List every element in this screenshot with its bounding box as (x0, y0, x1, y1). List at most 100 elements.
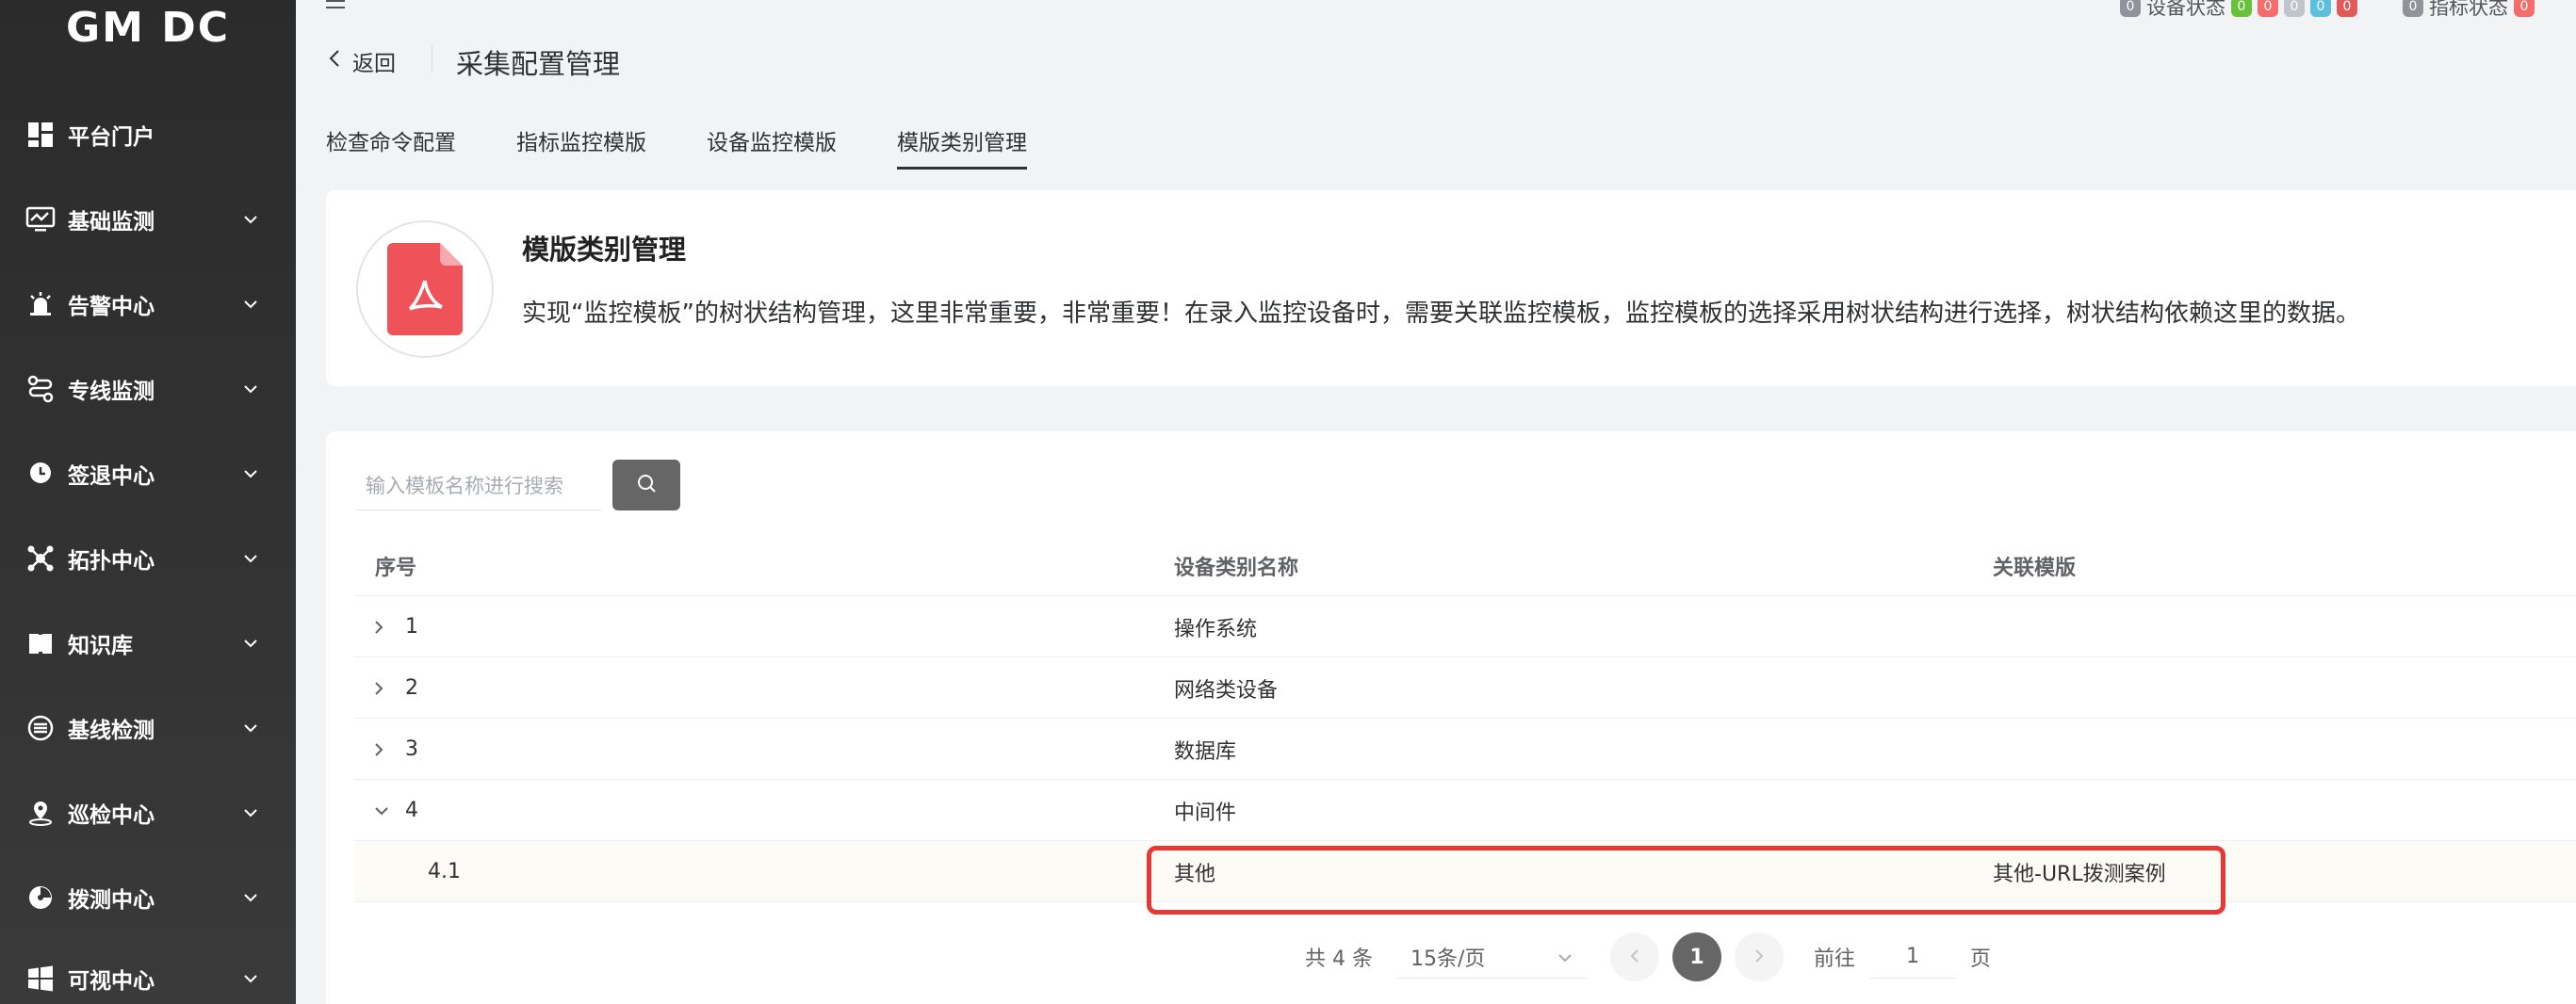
sidebar-item-line-monitoring[interactable]: 专线监测 (0, 356, 296, 422)
chevron-down-icon (241, 295, 260, 314)
windows-icon (24, 963, 57, 995)
page-suffix-label: 页 (1970, 947, 1992, 971)
pin-icon (24, 458, 57, 490)
sidebar-item-visual-center[interactable]: 可视中心 (0, 946, 296, 1004)
tab-metric-monitor-template[interactable]: 指标监控模版 (516, 124, 646, 170)
pagination: 共 4 条 15条/页 1 前往 页 (1305, 932, 1991, 981)
menu-toggle-icon[interactable] (324, 0, 347, 18)
next-page-button[interactable] (1734, 932, 1784, 981)
chevron-down-icon (241, 549, 260, 568)
chevron-down-icon[interactable] (373, 780, 390, 841)
sidebar-item-label: 知识库 (68, 634, 133, 658)
back-button[interactable]: 返回 (328, 45, 396, 77)
chevron-down-icon (241, 969, 260, 988)
status-badge: 0 (2231, 0, 2252, 17)
row-category-name: 中间件 (1174, 801, 1237, 825)
chevron-right-icon[interactable] (373, 719, 384, 780)
sidebar-item-label: 平台门户 (68, 125, 155, 150)
route-icon (24, 373, 57, 405)
sidebar-item-probe-center[interactable]: 拨测中心 (0, 865, 296, 931)
column-header-category-name: 设备类别名称 (1174, 556, 1299, 580)
chevron-left-icon (1630, 946, 1639, 969)
search-input[interactable] (356, 462, 601, 510)
sidebar-item-label: 签退中心 (68, 464, 155, 489)
row-category-name: 网络类设备 (1174, 678, 1279, 703)
table-header-row: 序号 设备类别名称 关联模版 (354, 535, 2576, 596)
table-row[interactable]: 2 网络类设备 (354, 657, 2576, 719)
device-status-label[interactable]: 设备状态 (2146, 0, 2225, 21)
chevron-right-icon[interactable] (373, 657, 384, 719)
book-icon (24, 627, 57, 659)
dashboard-icon (24, 119, 57, 151)
status-badge: 0 (2403, 0, 2423, 17)
tab-bar: 检查命令配置 指标监控模版 设备监控模版 模版类别管理 (326, 124, 1087, 170)
goto-page-input[interactable] (1870, 935, 1955, 979)
sidebar-item-knowledge-base[interactable]: 知识库 (0, 610, 296, 676)
sidebar-item-label: 拓扑中心 (68, 549, 155, 574)
page-number-current[interactable]: 1 (1671, 932, 1721, 981)
sidebar-item-label: 拨测中心 (68, 888, 155, 913)
column-header-linked-template: 关联模版 (1993, 556, 2077, 580)
table-card: 序号 设备类别名称 关联模版 1 操作系统 2 网络类设备 3 数据库 4 中间… (326, 431, 2576, 1004)
tab-device-monitor-template[interactable]: 设备监控模版 (707, 124, 837, 170)
tab-check-command-config[interactable]: 检查命令配置 (326, 124, 456, 170)
location-icon (24, 797, 57, 829)
row-index: 4 (405, 799, 418, 822)
search-button[interactable] (612, 460, 680, 510)
sidebar-item-inspection-center[interactable]: 巡检中心 (0, 780, 296, 846)
topology-icon (24, 542, 57, 575)
search-icon (636, 473, 657, 497)
row-index: 1 (405, 615, 418, 639)
table-row[interactable]: 1 操作系统 (354, 596, 2576, 657)
status-badge: 0 (2120, 0, 2141, 17)
app-logo: GM DC (65, 4, 231, 52)
sidebar-item-label: 基础监测 (68, 210, 155, 235)
chevron-left-icon (328, 48, 341, 74)
sidebar-item-label: 告警中心 (68, 295, 155, 319)
sidebar-item-label: 基线检测 (68, 719, 155, 743)
sidebar-item-label: 巡检中心 (68, 803, 155, 828)
column-header-index: 序号 (375, 556, 417, 580)
status-badge: 0 (2310, 0, 2331, 17)
chevron-down-icon (1557, 945, 1573, 968)
info-description: 实现“监控模板”的树状结构管理，这里非常重要，非常重要！在录入监控设备时，需要关… (522, 300, 2360, 328)
chevron-down-icon (241, 634, 260, 653)
row-index: 2 (405, 676, 418, 700)
sidebar-item-alarm-center[interactable]: 告警中心 (0, 271, 296, 337)
metric-status-label[interactable]: 指标状态 (2429, 0, 2508, 21)
sidebar-item-label: 专线监测 (68, 380, 155, 404)
page-title: 采集配置管理 (456, 48, 621, 80)
table-row[interactable]: 3 数据库 (354, 719, 2576, 780)
status-badge: 0 (2284, 0, 2305, 17)
sidebar-item-label: 可视中心 (68, 969, 155, 994)
sidebar-item-topology-center[interactable]: 拓扑中心 (0, 526, 296, 591)
page-size-select[interactable]: 15条/页 (1396, 935, 1586, 979)
status-bar: 0 设备状态 0 0 0 0 0 0 指标状态 0 (2120, 0, 2535, 21)
sidebar-item-signout-center[interactable]: 签退中心 (0, 441, 296, 507)
chevron-down-icon (241, 719, 260, 737)
pagination-total: 共 4 条 (1305, 947, 1373, 971)
prev-page-button[interactable] (1609, 932, 1659, 981)
sidebar-item-basic-monitoring[interactable]: 基础监测 (0, 186, 296, 252)
page-size-value: 15条/页 (1410, 947, 1486, 971)
highlight-annotation-box (1147, 846, 2225, 915)
status-badge: 0 (2258, 0, 2278, 17)
chevron-right-icon[interactable] (373, 596, 384, 657)
probe-icon (24, 882, 57, 914)
status-badge: 0 (2514, 0, 2535, 17)
chevron-down-icon (241, 888, 260, 907)
baseline-icon (24, 712, 57, 744)
sidebar: GM DC 平台门户 基础监测 告警中心 专线监测 签退中心 拓扑中心 知识库 … (0, 0, 296, 1004)
sidebar-item-portal[interactable]: 平台门户 (0, 102, 296, 168)
status-badge: 0 (2337, 0, 2357, 17)
monitor-icon (24, 203, 57, 235)
row-index: 3 (405, 737, 418, 761)
row-index: 4.1 (428, 860, 461, 883)
sidebar-item-baseline-detection[interactable]: 基线检测 (0, 695, 296, 761)
row-category-name: 操作系统 (1174, 617, 1258, 641)
goto-label: 前往 (1813, 947, 1855, 971)
tab-template-category-management[interactable]: 模版类别管理 (897, 124, 1027, 170)
row-category-name: 数据库 (1174, 739, 1237, 764)
chevron-down-icon (241, 210, 260, 229)
table-row[interactable]: 4 中间件 (354, 780, 2576, 841)
